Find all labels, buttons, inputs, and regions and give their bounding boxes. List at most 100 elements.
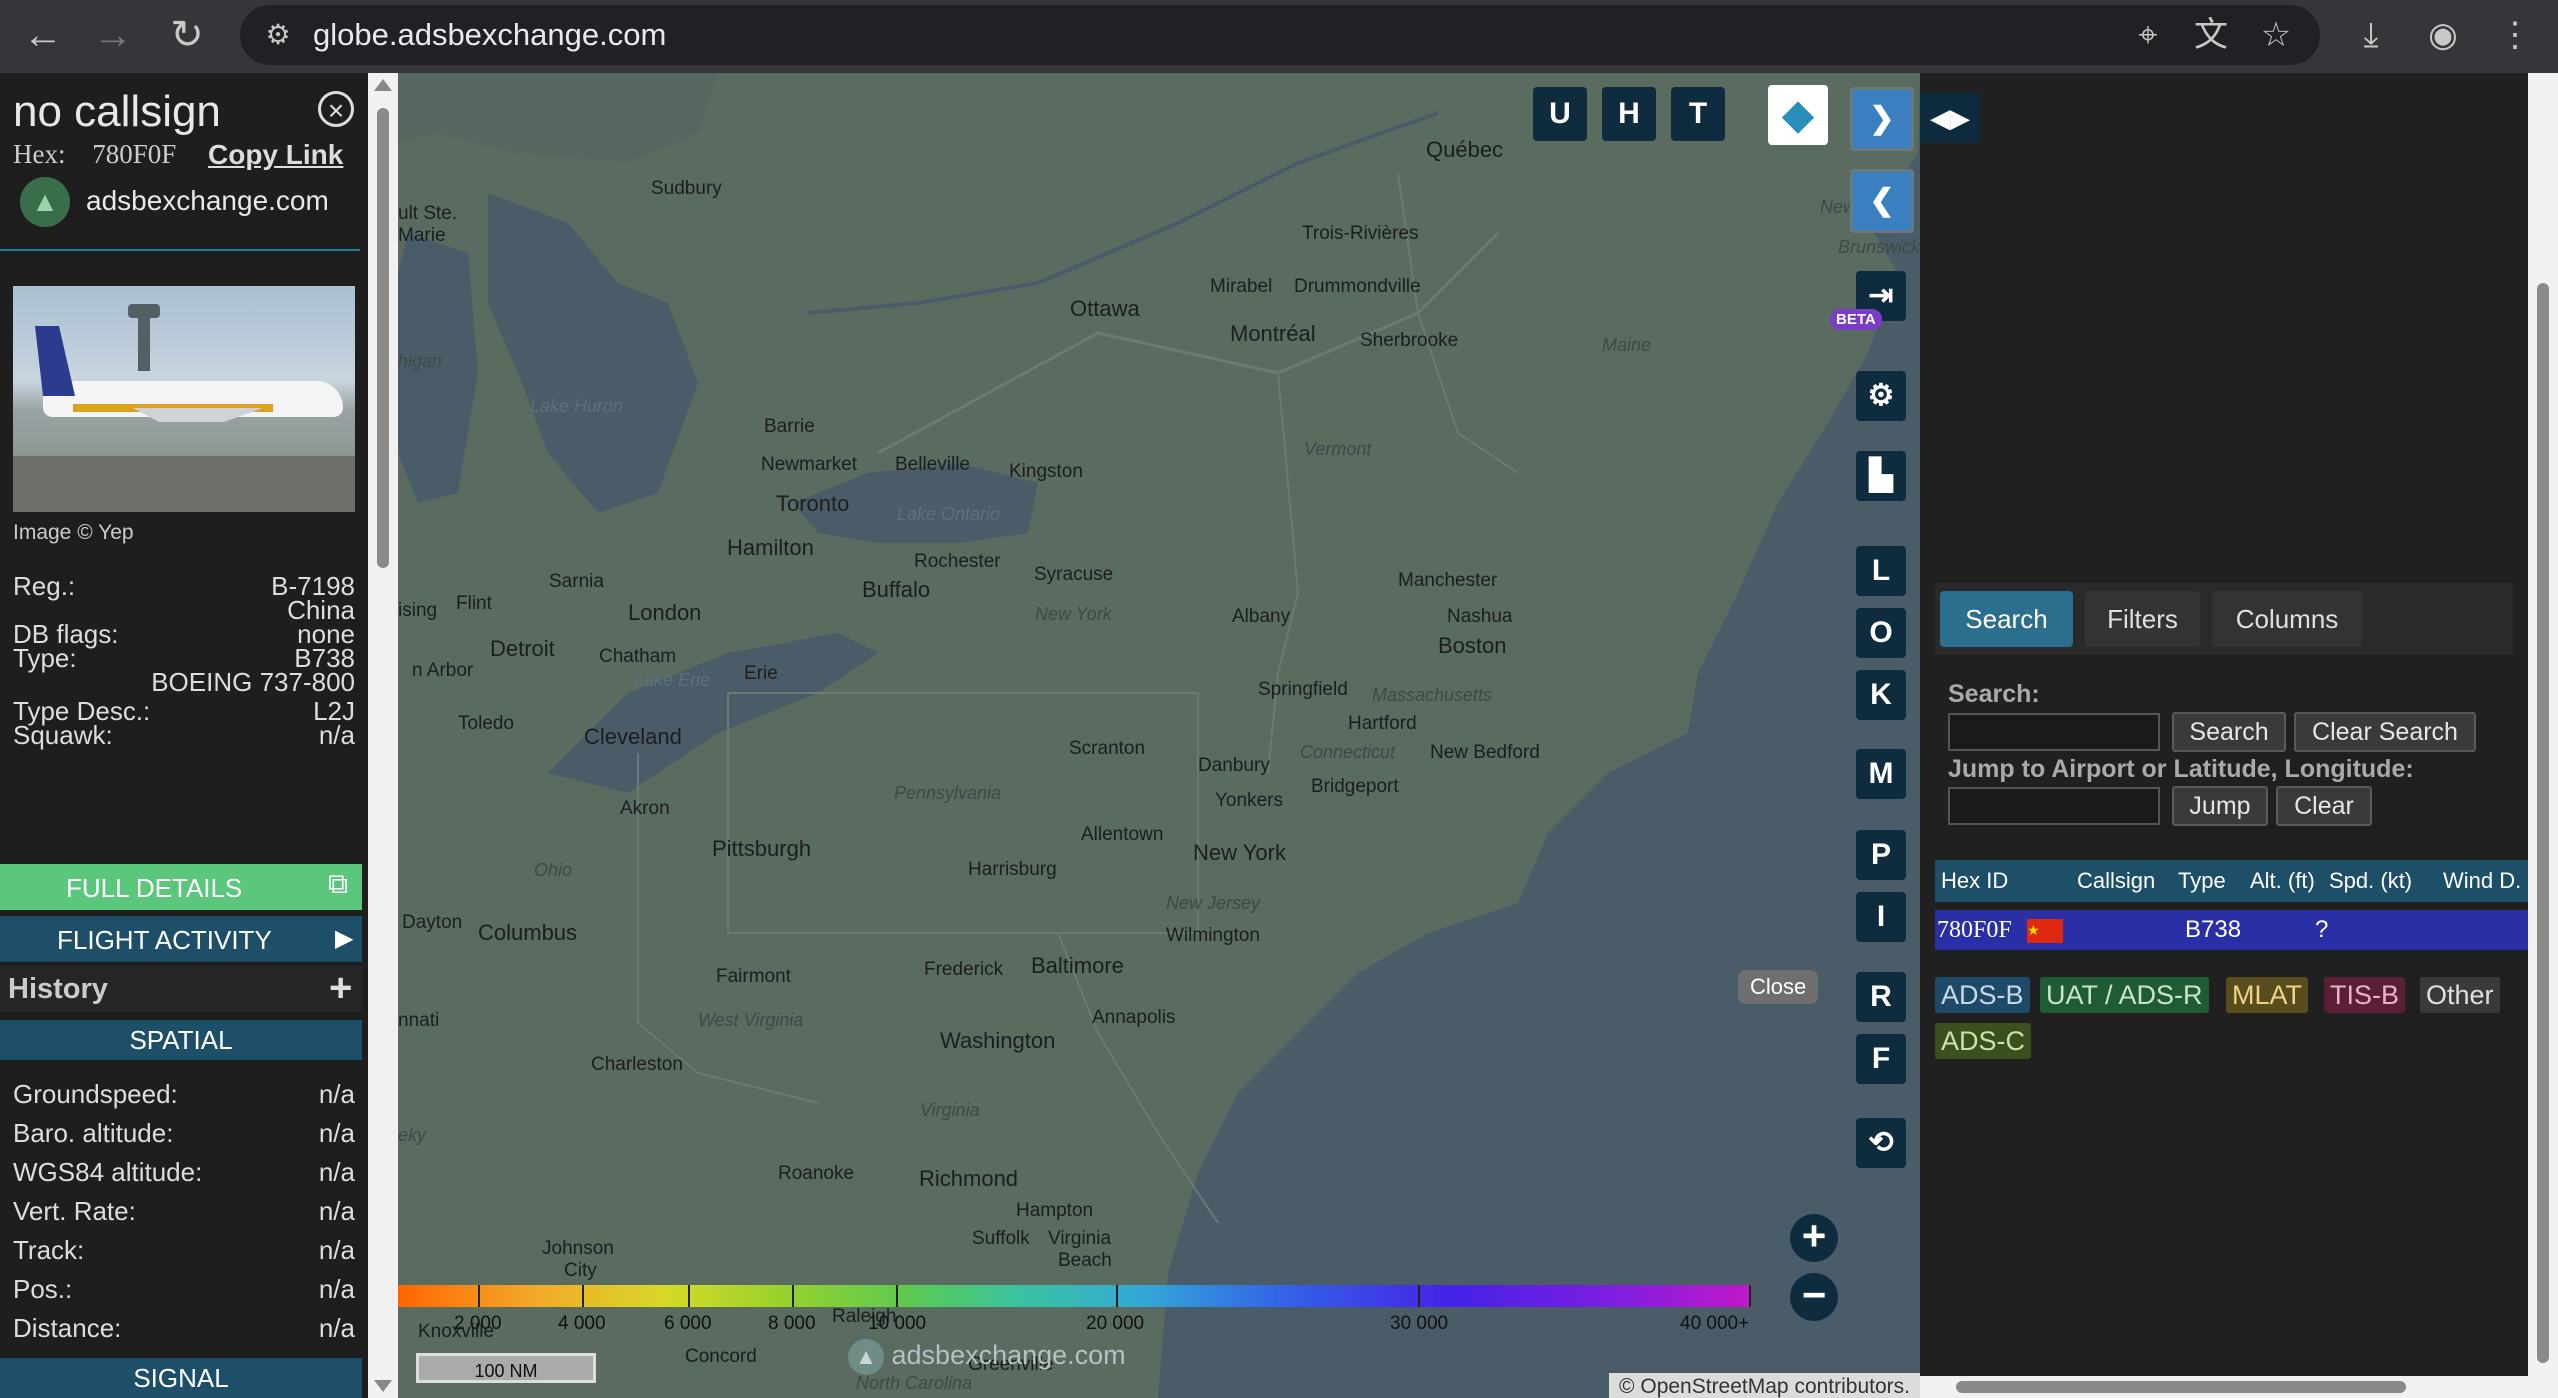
- search-button[interactable]: Search: [2172, 712, 2286, 752]
- map-place-label: Annapolis: [1092, 1007, 1176, 1028]
- toggle-m-button[interactable]: M: [1856, 749, 1906, 799]
- spatial-value: n/a: [318, 1079, 355, 1109]
- close-button[interactable]: Close: [1738, 970, 1819, 1004]
- toggle-u-button[interactable]: U: [1533, 87, 1587, 141]
- map-place-label: Fairmont: [716, 966, 791, 987]
- map-place-label: Danbury: [1198, 755, 1270, 776]
- scroll-up-arrow-icon[interactable]: [374, 79, 392, 91]
- column-header-wind[interactable]: Wind D.: [2443, 860, 2521, 902]
- zoom-in-button[interactable]: +: [1790, 1214, 1838, 1262]
- location-blocked-icon[interactable]: ⌖: [2127, 14, 2169, 56]
- back-icon[interactable]: ←: [18, 10, 68, 60]
- flight-activity-button[interactable]: FLIGHT ACTIVITY ▶: [0, 916, 362, 962]
- map-place-label: Scranton: [1069, 738, 1146, 759]
- map-place-label: Washington: [940, 1028, 1056, 1053]
- right-panel-scrollbar[interactable]: [2528, 73, 2558, 1398]
- replay-button[interactable]: ⟲: [1856, 1118, 1906, 1168]
- toggle-p-button[interactable]: P: [1856, 830, 1906, 880]
- map-place-label: Marie: [398, 225, 446, 246]
- zoom-out-button[interactable]: −: [1790, 1273, 1838, 1321]
- toggle-t-button[interactable]: T: [1671, 87, 1725, 141]
- jump-input[interactable]: [1948, 787, 2160, 825]
- table-row[interactable]: 780F0F ★ B738 ?: [1935, 910, 2528, 950]
- expand-right-button[interactable]: ❯: [1850, 87, 1914, 151]
- translate-icon[interactable]: 文: [2190, 14, 2232, 56]
- clear-button[interactable]: Clear: [2276, 786, 2372, 826]
- map-place-label: Pittsburgh: [712, 836, 812, 861]
- stats-button[interactable]: ▙: [1856, 451, 1906, 501]
- map-layers-button[interactable]: ◆: [1768, 85, 1828, 145]
- settings-button[interactable]: ⚙: [1856, 371, 1906, 421]
- map-place-label: Chatham: [599, 646, 677, 667]
- legend-other[interactable]: Other: [2420, 977, 2500, 1013]
- legend-mlat[interactable]: MLAT: [2226, 977, 2309, 1013]
- altitude-tick: [582, 1285, 584, 1307]
- tab-columns[interactable]: Columns: [2212, 591, 2362, 647]
- left-panel-scrollbar[interactable]: [368, 73, 398, 1398]
- scrollbar-thumb[interactable]: [2537, 283, 2549, 1363]
- collapse-left-button[interactable]: ❮: [1850, 169, 1914, 233]
- profile-icon[interactable]: ◉: [2422, 14, 2464, 56]
- column-header-speed[interactable]: Spd. (kt): [2329, 860, 2412, 902]
- column-header-hex[interactable]: Hex ID: [1941, 860, 2008, 902]
- reload-icon[interactable]: ↻: [162, 10, 212, 60]
- map-place-label: Lake Erie: [634, 670, 711, 690]
- layers-icon: ◆: [1782, 93, 1814, 137]
- address-bar[interactable]: ⚙ globe.adsbexchange.com ⌖ 文 ☆: [240, 5, 2320, 65]
- toggle-i-button[interactable]: I: [1856, 892, 1906, 942]
- column-header-type[interactable]: Type: [2178, 860, 2226, 902]
- tab-search[interactable]: Search: [1940, 591, 2073, 647]
- toggle-o-button[interactable]: O: [1856, 608, 1906, 658]
- close-icon[interactable]: ×: [318, 91, 354, 127]
- forward-icon[interactable]: →: [88, 10, 138, 60]
- altitude-label: 2 000: [454, 1313, 502, 1334]
- legend-uat[interactable]: UAT / ADS-R: [2040, 977, 2209, 1013]
- map-place-label: Virginia: [920, 1100, 980, 1120]
- toggle-f-button[interactable]: F: [1856, 1034, 1906, 1084]
- map-place-label: New York: [1035, 604, 1112, 624]
- copy-link[interactable]: Copy Link: [208, 139, 343, 171]
- spatial-value: n/a: [318, 1196, 355, 1226]
- bookmark-star-icon[interactable]: ☆: [2255, 14, 2297, 56]
- site-link[interactable]: adsbexchange.com: [86, 185, 329, 217]
- spatial-label: Track:: [13, 1235, 85, 1265]
- panel-resize-toggle[interactable]: ◀▶: [1920, 93, 1980, 143]
- toggle-k-button[interactable]: K: [1856, 670, 1906, 720]
- map-place-label: Boston: [1438, 633, 1507, 658]
- download-icon[interactable]: ⤓: [2350, 14, 2392, 56]
- spatial-label: Distance:: [13, 1313, 122, 1343]
- scrollbar-thumb[interactable]: [1956, 1381, 2406, 1393]
- column-header-callsign[interactable]: Callsign: [2077, 860, 2155, 902]
- map-place-label: nnati: [398, 1010, 440, 1031]
- legend-adsc[interactable]: ADS-C: [1935, 1023, 2032, 1059]
- column-header-altitude[interactable]: Alt. (ft): [2250, 860, 2315, 902]
- scrollbar-thumb[interactable]: [377, 108, 389, 568]
- url-text[interactable]: globe.adsbexchange.com: [313, 17, 666, 53]
- legend-tisb[interactable]: TIS-B: [2324, 977, 2406, 1013]
- map-attribution[interactable]: © OpenStreetMap contributors.: [1609, 1373, 1920, 1398]
- clear-search-button[interactable]: Clear Search: [2294, 712, 2476, 752]
- map-place-label: New York: [1193, 840, 1286, 865]
- cell-altitude: ?: [2315, 916, 2329, 943]
- altitude-label: 10 000: [868, 1313, 927, 1334]
- site-settings-icon[interactable]: ⚙: [260, 17, 296, 53]
- toggle-r-button[interactable]: R: [1856, 972, 1906, 1022]
- horizontal-scrollbar[interactable]: [1920, 1376, 2528, 1398]
- toggle-l-button[interactable]: L: [1856, 546, 1906, 596]
- full-details-button[interactable]: FULL DETAILS ⧉: [0, 864, 362, 910]
- tab-filters[interactable]: Filters: [2085, 591, 2200, 647]
- legend-adsb[interactable]: ADS-B: [1935, 977, 2030, 1013]
- scroll-down-arrow-icon[interactable]: [374, 1380, 392, 1392]
- toggle-h-button[interactable]: H: [1602, 87, 1656, 141]
- menu-icon[interactable]: ⋮: [2494, 14, 2536, 56]
- map-place-label: Manchester: [1398, 570, 1498, 591]
- jump-button[interactable]: Jump: [2172, 786, 2268, 826]
- spatial-value: n/a: [318, 1118, 355, 1148]
- map-place-label: Bridgeport: [1311, 776, 1399, 797]
- expand-plus-icon[interactable]: +: [329, 966, 352, 1011]
- history-header[interactable]: History +: [0, 966, 362, 1012]
- map-place-label: Brunswick: [1838, 237, 1920, 257]
- search-input[interactable]: [1948, 713, 2160, 751]
- map-view[interactable]: Québec Sudbury ult Ste. Marie Trois-Rivi…: [398, 73, 1920, 1398]
- aircraft-photo[interactable]: [13, 286, 355, 512]
